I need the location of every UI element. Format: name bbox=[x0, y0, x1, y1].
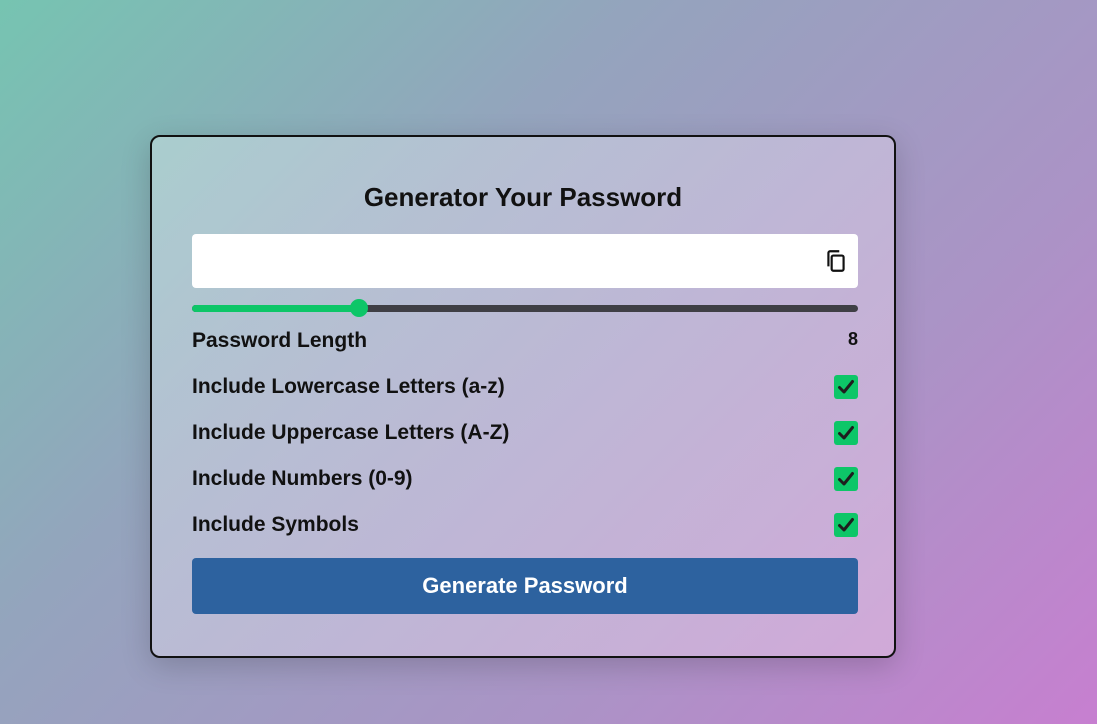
option-uppercase: Include Uppercase Letters (A-Z) bbox=[192, 420, 858, 446]
option-numbers-label: Include Numbers (0-9) bbox=[192, 467, 413, 490]
checkmark-icon bbox=[838, 518, 854, 532]
symbols-checkbox[interactable] bbox=[834, 513, 858, 537]
password-output-box bbox=[192, 234, 858, 288]
generate-password-button[interactable]: Generate Password bbox=[192, 558, 858, 614]
option-uppercase-label: Include Uppercase Letters (A-Z) bbox=[192, 421, 510, 444]
slider-fill bbox=[192, 305, 359, 312]
copy-icon[interactable] bbox=[823, 248, 849, 274]
password-length-row: Password Length 8 bbox=[192, 328, 858, 354]
uppercase-checkbox[interactable] bbox=[834, 421, 858, 445]
lowercase-checkbox[interactable] bbox=[834, 375, 858, 399]
option-symbols: Include Symbols bbox=[192, 512, 858, 538]
card-title: Generator Your Password bbox=[363, 182, 683, 212]
password-length-value: 8 bbox=[847, 329, 858, 349]
checkmark-icon bbox=[838, 472, 854, 486]
option-lowercase-label: Include Lowercase Letters (a-z) bbox=[192, 375, 505, 398]
checkmark-icon bbox=[838, 380, 854, 394]
password-output-field[interactable] bbox=[192, 234, 792, 288]
numbers-checkbox[interactable] bbox=[834, 467, 858, 491]
password-generator-card: Generator Your Password Password Length … bbox=[150, 135, 896, 658]
option-symbols-label: Include Symbols bbox=[192, 513, 359, 536]
checkmark-icon bbox=[838, 426, 854, 440]
password-length-label: Password Length bbox=[192, 329, 368, 352]
slider-thumb[interactable] bbox=[349, 299, 368, 317]
option-numbers: Include Numbers (0-9) bbox=[192, 466, 858, 492]
length-slider[interactable] bbox=[192, 299, 858, 317]
option-lowercase: Include Lowercase Letters (a-z) bbox=[192, 374, 858, 400]
